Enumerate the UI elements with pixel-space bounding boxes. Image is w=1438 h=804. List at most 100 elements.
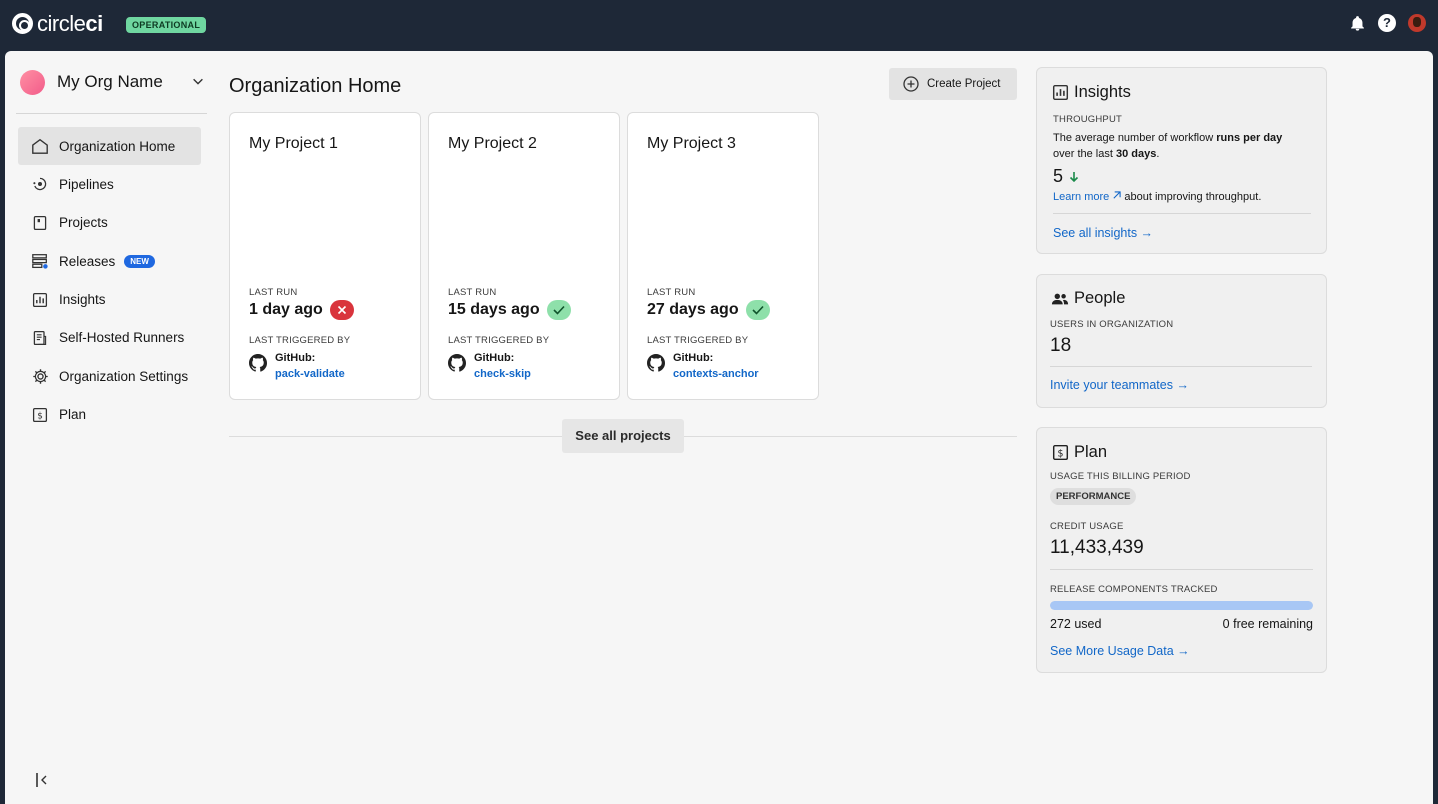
project-card[interactable]: My Project 3 LAST RUN 27 days ago LAST T…: [627, 112, 819, 400]
sidebar-item-label: Organization Home: [59, 138, 176, 154]
runners-icon: [31, 329, 49, 347]
insights-title: Insights: [1051, 83, 1131, 102]
plan-icon: $: [31, 406, 49, 424]
sidebar-item-self-hosted-runners[interactable]: Self-Hosted Runners: [18, 319, 201, 357]
release-usage-bar: [1050, 601, 1313, 610]
people-panel: People USERS IN ORGANIZATION 18 Invite y…: [1036, 274, 1327, 408]
last-run-label: LAST RUN: [647, 287, 696, 298]
bell-icon[interactable]: [1349, 15, 1366, 32]
users-label: USERS IN ORGANIZATION: [1050, 319, 1174, 330]
create-project-button[interactable]: Create Project: [889, 68, 1017, 100]
insights-divider: [1053, 213, 1311, 214]
org-switcher[interactable]: My Org Name: [20, 69, 205, 95]
release-used: 272 used: [1050, 617, 1102, 631]
trigger-branch-link[interactable]: pack-validate: [275, 367, 345, 383]
see-all-insights-link[interactable]: See all insights →: [1053, 226, 1153, 240]
sidebar-item-plan[interactable]: $ Plan: [18, 396, 201, 434]
top-actions: ?: [1349, 14, 1426, 32]
sidebar-item-label: Plan: [59, 407, 87, 423]
credit-usage-value: 11,433,439: [1050, 537, 1144, 558]
chevron-down-icon: [193, 78, 203, 85]
learn-more-suffix: about improving throughput.: [1124, 191, 1262, 203]
project-card[interactable]: My Project 2 LAST RUN 15 days ago LAST T…: [428, 112, 620, 400]
trigger-source: GitHub:: [275, 352, 316, 364]
see-more-usage-link[interactable]: See More Usage Data →: [1050, 644, 1190, 658]
trigger-text: GitHub: contexts-anchor: [673, 351, 759, 382]
new-badge: NEW: [124, 254, 155, 268]
trigger-branch-link[interactable]: contexts-anchor: [673, 367, 759, 383]
plan-icon: $: [1051, 444, 1069, 462]
trigger-info: GitHub: contexts-anchor: [647, 351, 759, 382]
main-panel: My Org Name Organization Home Pipelines …: [5, 51, 1433, 804]
sidebar-item-label: Insights: [59, 292, 106, 308]
plan-type-badge: PERFORMANCE: [1050, 488, 1137, 505]
insights-title-text: Insights: [1074, 83, 1131, 101]
org-name: My Org Name: [57, 72, 163, 91]
github-icon: [647, 354, 665, 372]
org-avatar: [20, 69, 45, 95]
help-icon[interactable]: ?: [1378, 14, 1396, 32]
desc-text: over the last: [1053, 148, 1116, 160]
page-title: Organization Home: [229, 75, 402, 97]
sidebar-item-label: Releases: [59, 253, 116, 269]
last-run-time: 27 days ago: [647, 301, 739, 318]
trigger-source: GitHub:: [673, 352, 714, 364]
project-name[interactable]: My Project 3: [647, 135, 736, 153]
sidebar-nav: Organization Home Pipelines Projects Rel…: [18, 127, 201, 434]
user-avatar[interactable]: [1408, 14, 1426, 32]
svg-text:$: $: [37, 411, 43, 421]
sidebar-item-organization-settings[interactable]: Organization Settings: [18, 357, 201, 395]
sidebar-item-label: Pipelines: [59, 176, 114, 192]
trigger-source: GitHub:: [474, 352, 515, 364]
release-remaining: 0 free remaining: [1222, 617, 1313, 631]
sidebar-divider: [16, 113, 207, 114]
throughput-label: THROUGHPUT: [1053, 114, 1123, 125]
invite-teammates-link[interactable]: Invite your teammates →: [1050, 378, 1189, 392]
top-bar: circleci OPERATIONAL ?: [0, 0, 1438, 51]
status-badge[interactable]: OPERATIONAL: [126, 17, 207, 33]
sidebar-item-insights[interactable]: Insights: [18, 281, 201, 319]
circleci-logo[interactable]: circleci: [12, 13, 103, 35]
throughput-value: 5: [1053, 166, 1080, 187]
sidebar-item-projects[interactable]: Projects: [18, 204, 201, 242]
insights-icon: [31, 291, 49, 309]
people-title-text: People: [1074, 289, 1126, 307]
trigger-text: GitHub: pack-validate: [275, 351, 345, 382]
last-triggered-label: LAST TRIGGERED BY: [249, 335, 351, 346]
last-run-time: 1 day ago: [249, 301, 323, 318]
last-triggered-label: LAST TRIGGERED BY: [448, 335, 550, 346]
create-project-label: Create Project: [927, 78, 1001, 90]
project-card[interactable]: My Project 1 LAST RUN 1 day ago LAST TRI…: [229, 112, 421, 400]
users-count: 18: [1050, 335, 1072, 356]
project-name[interactable]: My Project 2: [448, 135, 537, 153]
learn-more-row: Learn more about improving throughput.: [1053, 191, 1261, 203]
throughput-number: 5: [1053, 166, 1064, 186]
trigger-branch-link[interactable]: check-skip: [474, 367, 531, 383]
collapse-sidebar-icon[interactable]: [35, 772, 49, 788]
insights-icon: [1051, 84, 1069, 102]
github-icon: [249, 354, 267, 372]
sidebar-item-organization-home[interactable]: Organization Home: [18, 127, 201, 165]
trigger-text: GitHub: check-skip: [474, 351, 531, 382]
failed-status-icon: [329, 300, 354, 320]
last-run-value: 27 days ago: [647, 300, 770, 320]
last-run-label: LAST RUN: [249, 287, 298, 298]
trigger-info: GitHub: pack-validate: [249, 351, 345, 382]
project-name[interactable]: My Project 1: [249, 135, 338, 153]
see-all-projects-button[interactable]: See all projects: [562, 419, 684, 453]
sidebar-item-label: Projects: [59, 215, 108, 231]
external-link-icon: [1113, 191, 1121, 199]
arrow-down-icon: [1069, 171, 1079, 182]
learn-more-link[interactable]: Learn more: [1053, 191, 1109, 203]
credit-usage-label: CREDIT USAGE: [1050, 521, 1124, 532]
sidebar-item-pipelines[interactable]: Pipelines: [18, 165, 201, 203]
people-divider: [1050, 366, 1312, 367]
last-run-value: 1 day ago: [249, 300, 354, 320]
sidebar-item-releases[interactable]: Releases NEW: [18, 242, 201, 280]
pipelines-icon: [31, 175, 49, 193]
github-icon: [448, 354, 466, 372]
svg-text:$: $: [1057, 448, 1063, 459]
throughput-description: The average number of workflow runs per …: [1053, 130, 1315, 162]
plan-panel: $ Plan USAGE THIS BILLING PERIOD PERFORM…: [1036, 427, 1327, 673]
plan-title-text: Plan: [1074, 443, 1108, 461]
